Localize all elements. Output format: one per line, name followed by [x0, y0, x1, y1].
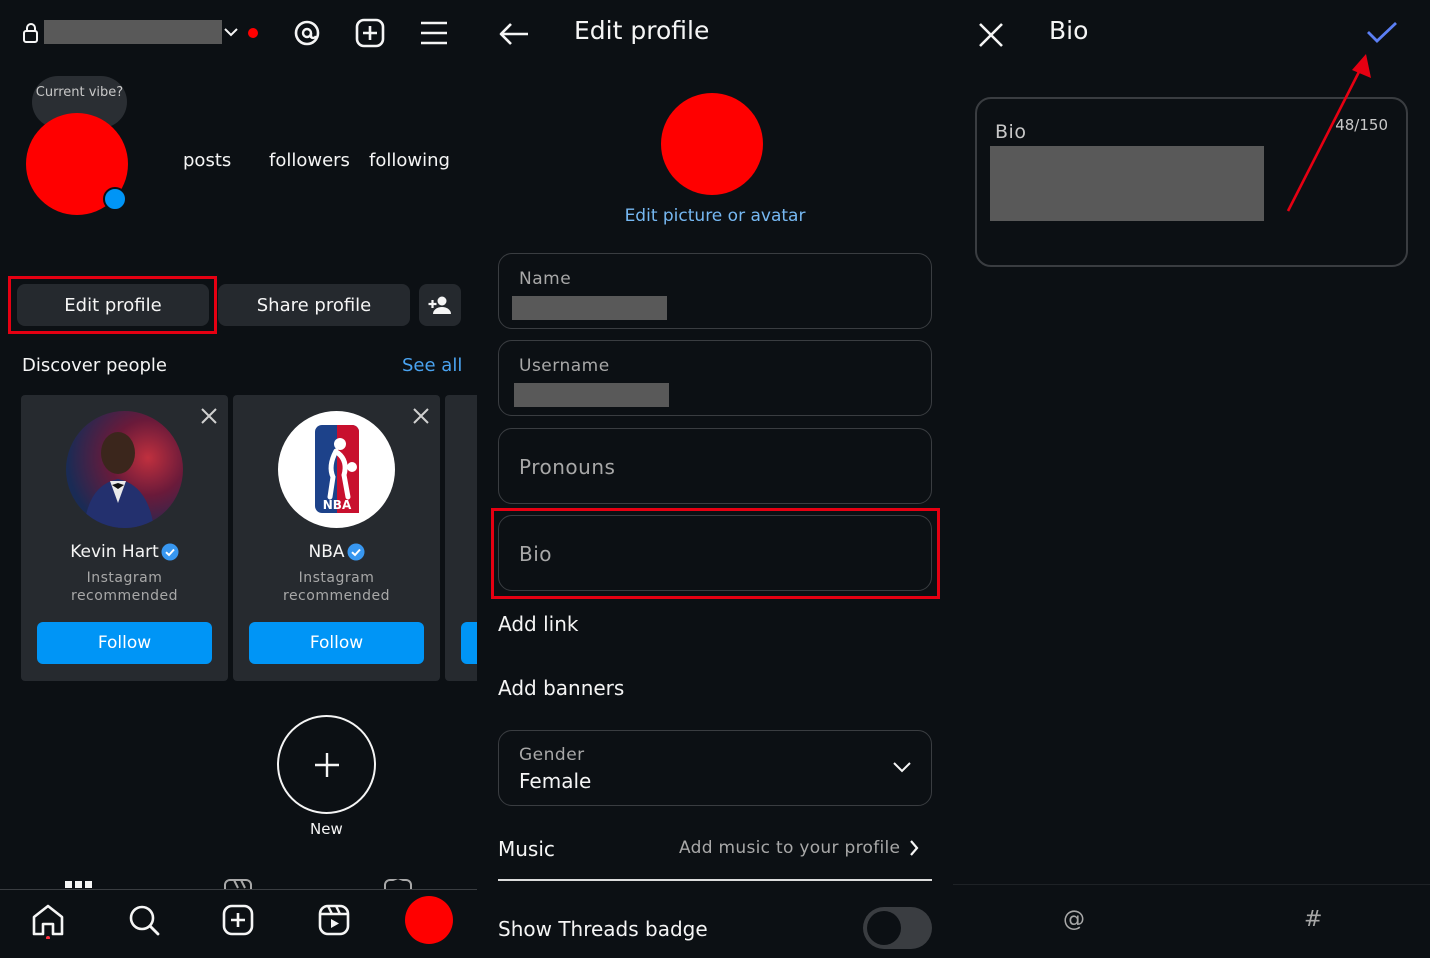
- highlight-edit-profile: [8, 276, 217, 334]
- svg-text:NBA: NBA: [323, 498, 352, 512]
- follow-button[interactable]: Follow: [37, 622, 212, 664]
- notification-dot: [248, 28, 258, 38]
- add-person-button[interactable]: [419, 284, 461, 326]
- vibe-text: Current vibe?: [35, 85, 124, 100]
- verified-badge-icon: [347, 543, 365, 561]
- profile-screen: Current vibe? posts followers following …: [0, 0, 477, 958]
- create-icon[interactable]: [222, 904, 254, 936]
- menu-icon[interactable]: [419, 20, 449, 46]
- card-name-text: Kevin Hart: [70, 542, 159, 562]
- card-name[interactable]: Kevin Hart: [21, 542, 228, 562]
- threads-badge-label: Show Threads badge: [498, 917, 708, 941]
- kevin-hart-avatar[interactable]: [66, 411, 183, 528]
- name-field[interactable]: Name: [498, 253, 932, 329]
- annotation-arrow: [1278, 48, 1378, 218]
- reels-tab-icon[interactable]: [223, 879, 253, 889]
- profile-tab-avatar[interactable]: [405, 896, 453, 944]
- bio-screen: Bio Bio 48/150 @ #: [953, 0, 1430, 958]
- highlight-bio-field: [491, 508, 940, 599]
- pronouns-label: Pronouns: [519, 455, 616, 479]
- plus-icon: [313, 751, 341, 779]
- card-subtitle: Instagram recommended: [21, 569, 228, 605]
- new-highlight-button[interactable]: [277, 715, 376, 814]
- tab-divider: [0, 889, 477, 890]
- lock-icon: [22, 22, 40, 44]
- add-person-icon: [428, 295, 452, 315]
- name-value-redacted: [512, 296, 667, 320]
- checkmark-icon[interactable]: [1366, 20, 1398, 44]
- bio-text-redacted: [990, 146, 1264, 221]
- bio-label: Bio: [995, 121, 1027, 143]
- add-story-badge-icon[interactable]: [103, 187, 127, 211]
- gender-label: Gender: [519, 745, 585, 765]
- discover-people-title: Discover people: [22, 355, 168, 376]
- following-label[interactable]: following: [369, 150, 450, 171]
- edit-picture-link[interactable]: Edit picture or avatar: [477, 206, 953, 226]
- profile-avatar[interactable]: [661, 93, 763, 195]
- create-post-icon[interactable]: [355, 18, 385, 48]
- threads-icon[interactable]: [292, 18, 322, 48]
- close-icon[interactable]: [978, 22, 1004, 48]
- chevron-right-icon[interactable]: [909, 840, 919, 856]
- page-title: Edit profile: [574, 16, 710, 45]
- username-field[interactable]: Username: [498, 340, 932, 416]
- follow-button[interactable]: Follow: [249, 622, 424, 664]
- suggestion-card[interactable]: Kevin Hart Instagram recommended Follow: [21, 395, 228, 681]
- chevron-down-icon[interactable]: [224, 27, 238, 37]
- toggle-knob: [867, 911, 901, 945]
- card-subtitle-line2: recommended: [283, 588, 390, 604]
- gender-select[interactable]: Gender Female: [498, 730, 932, 806]
- new-highlight-label: New: [310, 820, 343, 838]
- follow-button-partial[interactable]: [461, 622, 477, 664]
- page-title: Bio: [1049, 16, 1089, 45]
- followers-label[interactable]: followers: [269, 150, 350, 171]
- add-banners-item[interactable]: Add banners: [498, 676, 624, 700]
- username-value-redacted: [514, 383, 669, 407]
- reels-icon[interactable]: [318, 904, 350, 936]
- music-label[interactable]: Music: [498, 837, 555, 861]
- section-divider: [498, 879, 932, 881]
- card-subtitle: Instagram recommended: [233, 569, 440, 605]
- hash-key[interactable]: #: [1304, 907, 1322, 932]
- card-name-text: NBA: [308, 542, 345, 562]
- gender-value: Female: [519, 769, 592, 793]
- suggestion-card-partial[interactable]: [445, 395, 477, 681]
- verified-badge-icon: [161, 543, 179, 561]
- keyboard-divider: [953, 884, 1430, 885]
- share-profile-button[interactable]: Share profile: [218, 284, 410, 326]
- suggestion-card[interactable]: NBA NBA Instagram recommended Follow: [233, 395, 440, 681]
- pronouns-field[interactable]: Pronouns: [498, 428, 932, 504]
- edit-profile-screen: Edit profile Edit picture or avatar Name…: [477, 0, 953, 958]
- username-redacted[interactable]: [44, 20, 222, 44]
- search-icon[interactable]: [128, 904, 160, 936]
- card-subtitle-line1: Instagram: [86, 570, 163, 586]
- card-subtitle-line1: Instagram: [298, 570, 375, 586]
- card-subtitle-line2: recommended: [71, 588, 178, 604]
- at-key[interactable]: @: [1063, 907, 1085, 932]
- threads-badge-toggle[interactable]: [863, 907, 932, 949]
- home-icon[interactable]: [31, 903, 65, 939]
- username-label: Username: [519, 356, 610, 376]
- close-icon[interactable]: [412, 407, 430, 425]
- see-all-link[interactable]: See all: [402, 355, 462, 376]
- chevron-down-icon: [893, 761, 911, 773]
- back-arrow-icon[interactable]: [498, 22, 530, 46]
- name-label: Name: [519, 269, 572, 289]
- close-icon[interactable]: [200, 407, 218, 425]
- music-hint[interactable]: Add music to your profile: [679, 838, 900, 858]
- nba-logo-avatar[interactable]: NBA: [278, 411, 395, 528]
- posts-label[interactable]: posts: [183, 150, 231, 171]
- add-link-item[interactable]: Add link: [498, 612, 578, 636]
- card-name[interactable]: NBA: [233, 542, 440, 562]
- tagged-tab-icon[interactable]: [383, 879, 413, 889]
